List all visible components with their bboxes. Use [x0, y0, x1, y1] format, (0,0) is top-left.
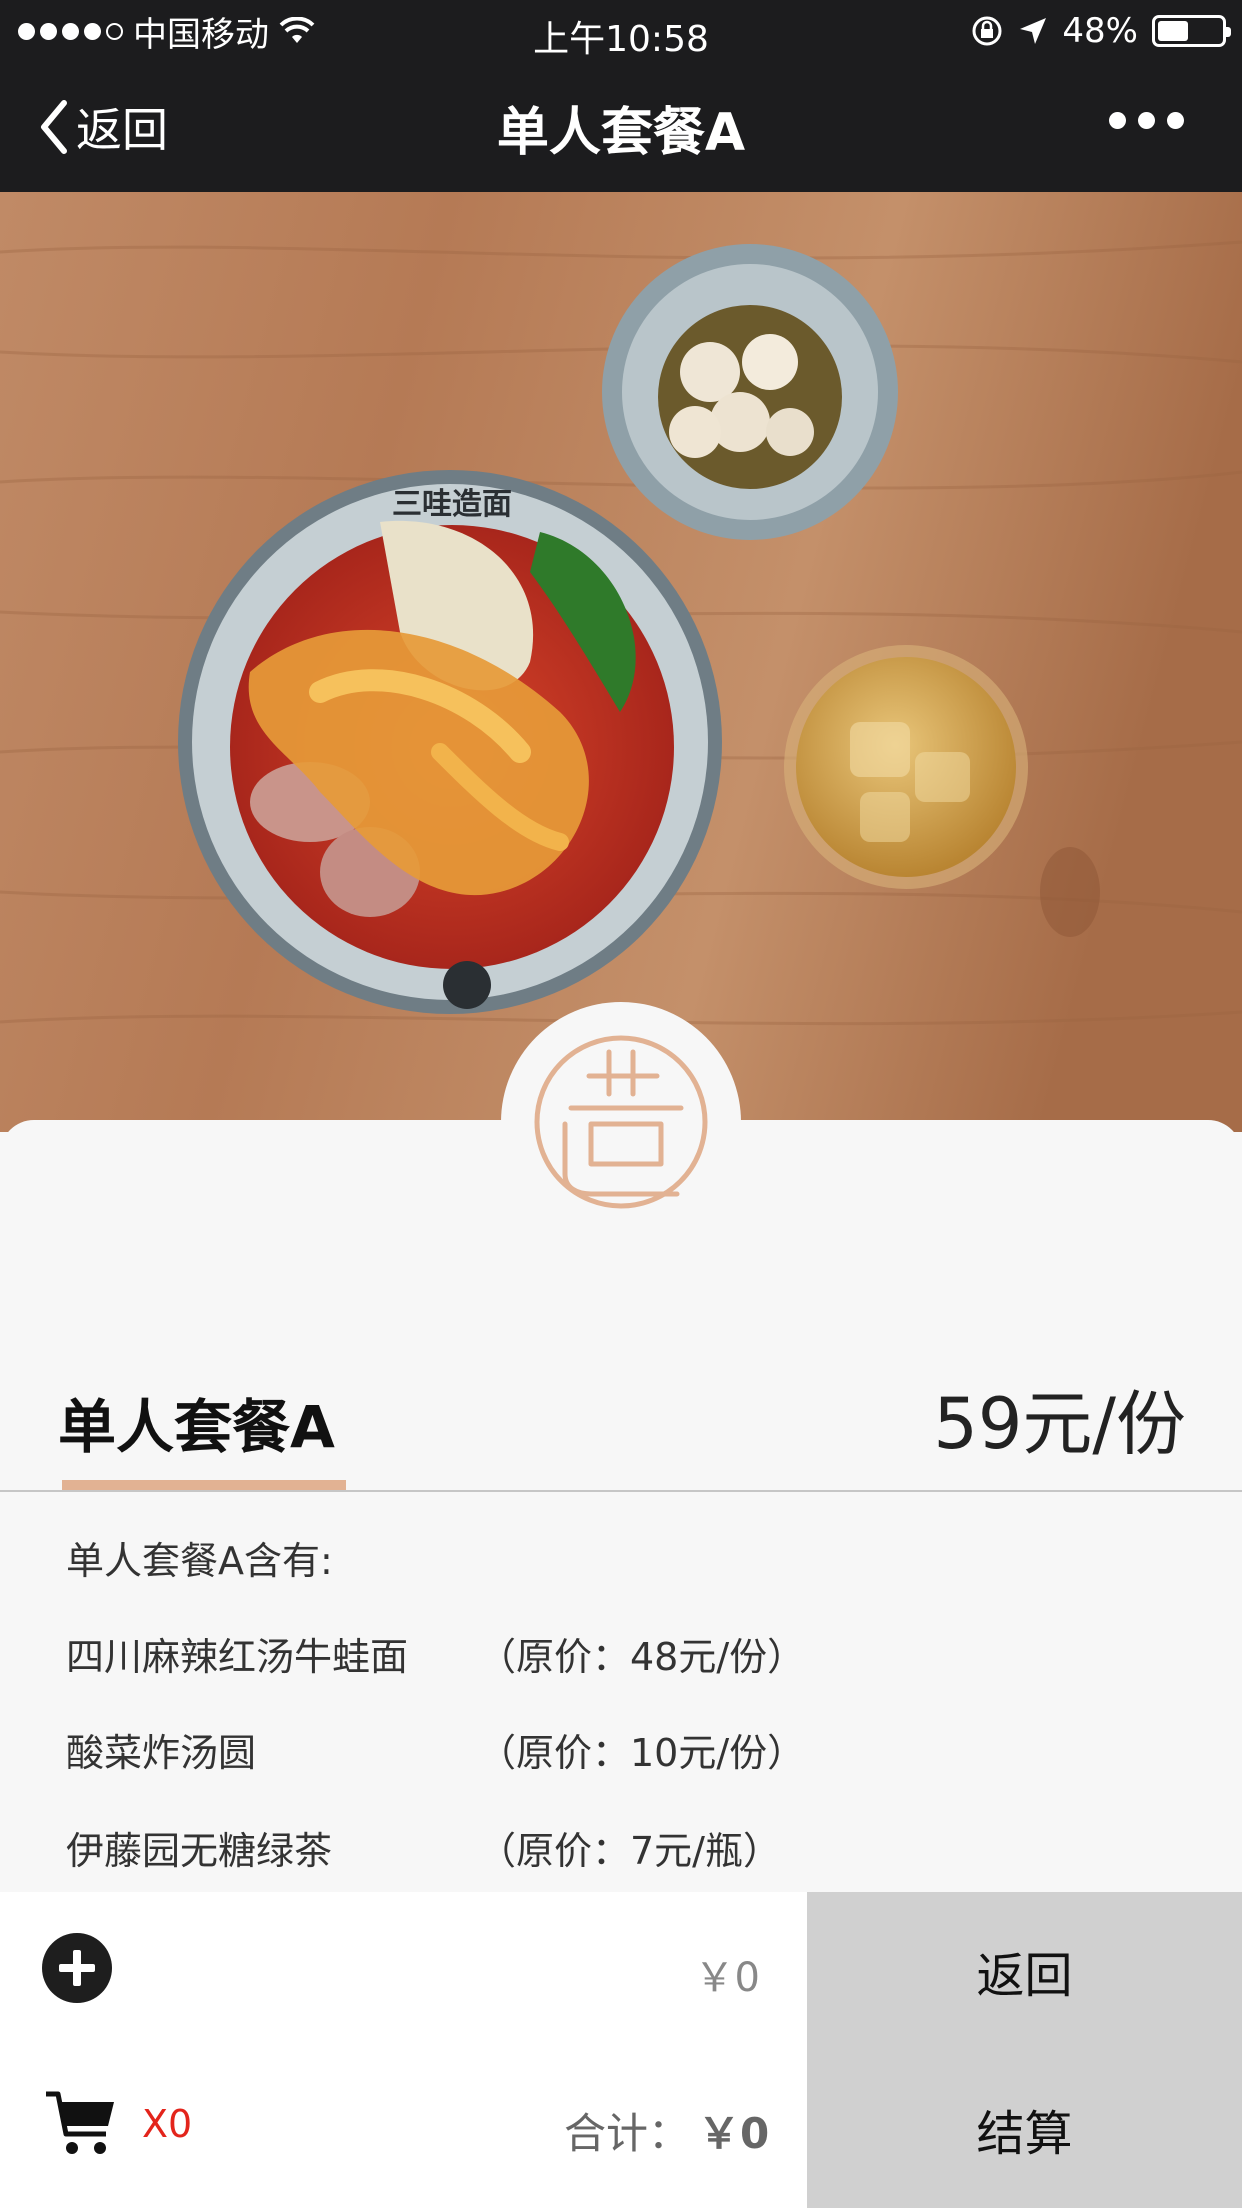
shopping-cart-icon[interactable]	[44, 2088, 118, 2158]
battery-fill	[1158, 21, 1188, 41]
checkout-button[interactable]: 结算	[807, 2050, 1242, 2208]
more-dots-icon[interactable]	[1109, 112, 1184, 129]
hero-food-image: 三哇造面	[0, 192, 1242, 1132]
product-price: 59元/份	[933, 1383, 1186, 1465]
package-item-original-price: （原价：48元/份）	[478, 1635, 806, 1679]
page-title: 单人套餐A	[496, 103, 746, 163]
brand-logo	[501, 1002, 741, 1242]
package-item-name: 酸菜炸汤圆	[66, 1731, 257, 1775]
bowl-text: 三哇造面	[392, 487, 512, 522]
back-button[interactable]: 返回	[807, 1892, 1242, 2050]
package-intro: 单人套餐A含有:	[66, 1539, 333, 1583]
brand-logo-icon	[534, 1035, 708, 1209]
item-price: ￥0	[694, 1955, 760, 2001]
package-item-original-price: （原价：7元/瓶）	[478, 1829, 781, 1873]
package-item-name: 伊藤园无糖绿茶	[66, 1829, 333, 1873]
nav-bar: 返回 单人套餐A	[0, 62, 1242, 192]
location-arrow-icon	[1020, 18, 1047, 44]
cart-count: X0	[142, 2102, 193, 2146]
package-item: 伊藤园无糖绿茶 （原价：7元/瓶）	[66, 1820, 781, 1875]
package-item-original-price: （原价：10元/份）	[478, 1731, 806, 1775]
package-item: 酸菜炸汤圆 （原价：10元/份）	[66, 1722, 805, 1777]
package-item: 四川麻辣红汤牛蛙面 （原价：48元/份）	[66, 1626, 805, 1681]
back-button-label: 返回	[976, 1948, 1073, 2004]
package-item-name: 四川麻辣红汤牛蛙面	[66, 1635, 409, 1679]
product-name: 单人套餐A	[58, 1393, 335, 1461]
battery-percent: 48%	[1062, 11, 1138, 51]
status-bar: 中国移动 上午10:58 48%	[0, 0, 1242, 62]
total-label: 合计：	[564, 2109, 691, 2158]
add-to-cart-button[interactable]	[42, 1933, 112, 2003]
divider	[0, 1490, 1242, 1492]
total-amount: ￥0	[698, 2109, 770, 2158]
checkout-button-label: 结算	[976, 2106, 1073, 2162]
status-right: 48%	[970, 10, 1231, 52]
battery-icon	[1152, 15, 1231, 47]
rotation-lock-icon	[972, 16, 1002, 46]
